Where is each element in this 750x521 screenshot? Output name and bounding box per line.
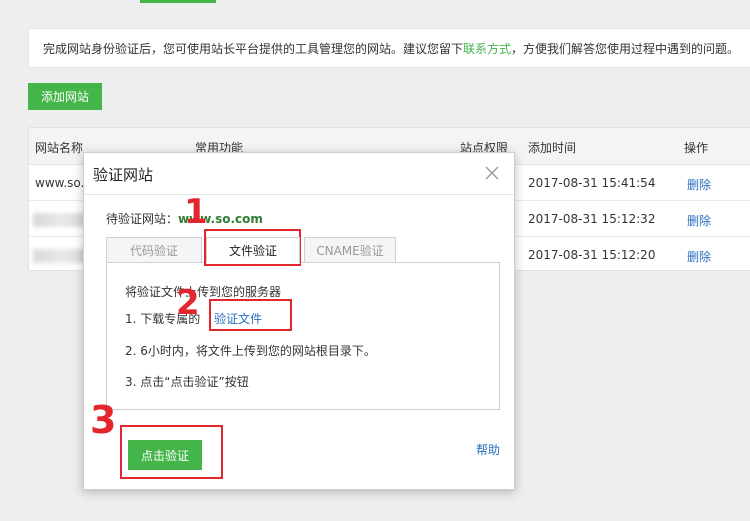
annotation-number-2: 2 <box>176 283 200 323</box>
header-added-time: 添加时间 <box>528 141 577 155</box>
header-action: 操作 <box>684 141 709 155</box>
contact-link[interactable]: 联系方式 <box>463 40 511 57</box>
header-site-name: 网站名称 <box>35 141 84 155</box>
tab-cname-verify[interactable]: CNAME验证 <box>304 237 396 263</box>
verify-button[interactable]: 点击验证 <box>128 440 202 470</box>
step-intro: 将验证文件上传到您的服务器 <box>125 285 282 299</box>
verify-file-link[interactable]: 验证文件 <box>214 312 262 326</box>
step-2: 2. 6小时内，将文件上传到您的网站根目录下。 <box>125 344 376 358</box>
row-time: 2017-08-31 15:41:54 <box>528 176 656 190</box>
blurred-site <box>33 213 89 227</box>
dialog-title: 验证网站 <box>93 166 154 184</box>
step-3: 3. 点击“点击验证”按钮 <box>125 375 249 389</box>
close-icon[interactable] <box>482 163 502 183</box>
dialog-header: 验证网站 <box>84 153 514 195</box>
identity-notice: 完成网站身份验证后，您可使用站长平台提供的工具管理您的网站。建议您留下 联系方式… <box>28 28 750 68</box>
blurred-site <box>33 249 89 263</box>
add-site-button[interactable]: 添加网站 <box>28 83 102 110</box>
row-time: 2017-08-31 15:12:32 <box>528 212 656 226</box>
notice-text-before: 完成网站身份验证后，您可使用站长平台提供的工具管理您的网站。建议您留下 <box>43 41 464 56</box>
tab-file-verify[interactable]: 文件验证 <box>206 237 300 264</box>
file-verify-panel: 将验证文件上传到您的服务器 1. 下载专属的 验证文件 2. 6小时内，将文件上… <box>106 262 500 410</box>
help-link[interactable]: 帮助 <box>476 441 500 458</box>
tab-code-verify[interactable]: 代码验证 <box>106 237 202 263</box>
delete-link[interactable]: 删除 <box>687 212 711 229</box>
row-time: 2017-08-31 15:12:20 <box>528 248 656 262</box>
notice-text-after: ，方便我们解答您使用过程中遇到的问题。 <box>511 41 740 56</box>
annotation-number-1: 1 <box>184 192 208 232</box>
delete-link[interactable]: 删除 <box>687 176 711 193</box>
annotation-number-3: 3 <box>90 398 117 442</box>
top-tab-indicator <box>140 0 216 3</box>
delete-link[interactable]: 删除 <box>687 248 711 265</box>
pending-label: 待验证网站： <box>106 212 179 226</box>
verify-site-dialog: 验证网站 待验证网站：www.so.com 代码验证 文件验证 CNAME验证 … <box>83 152 515 490</box>
